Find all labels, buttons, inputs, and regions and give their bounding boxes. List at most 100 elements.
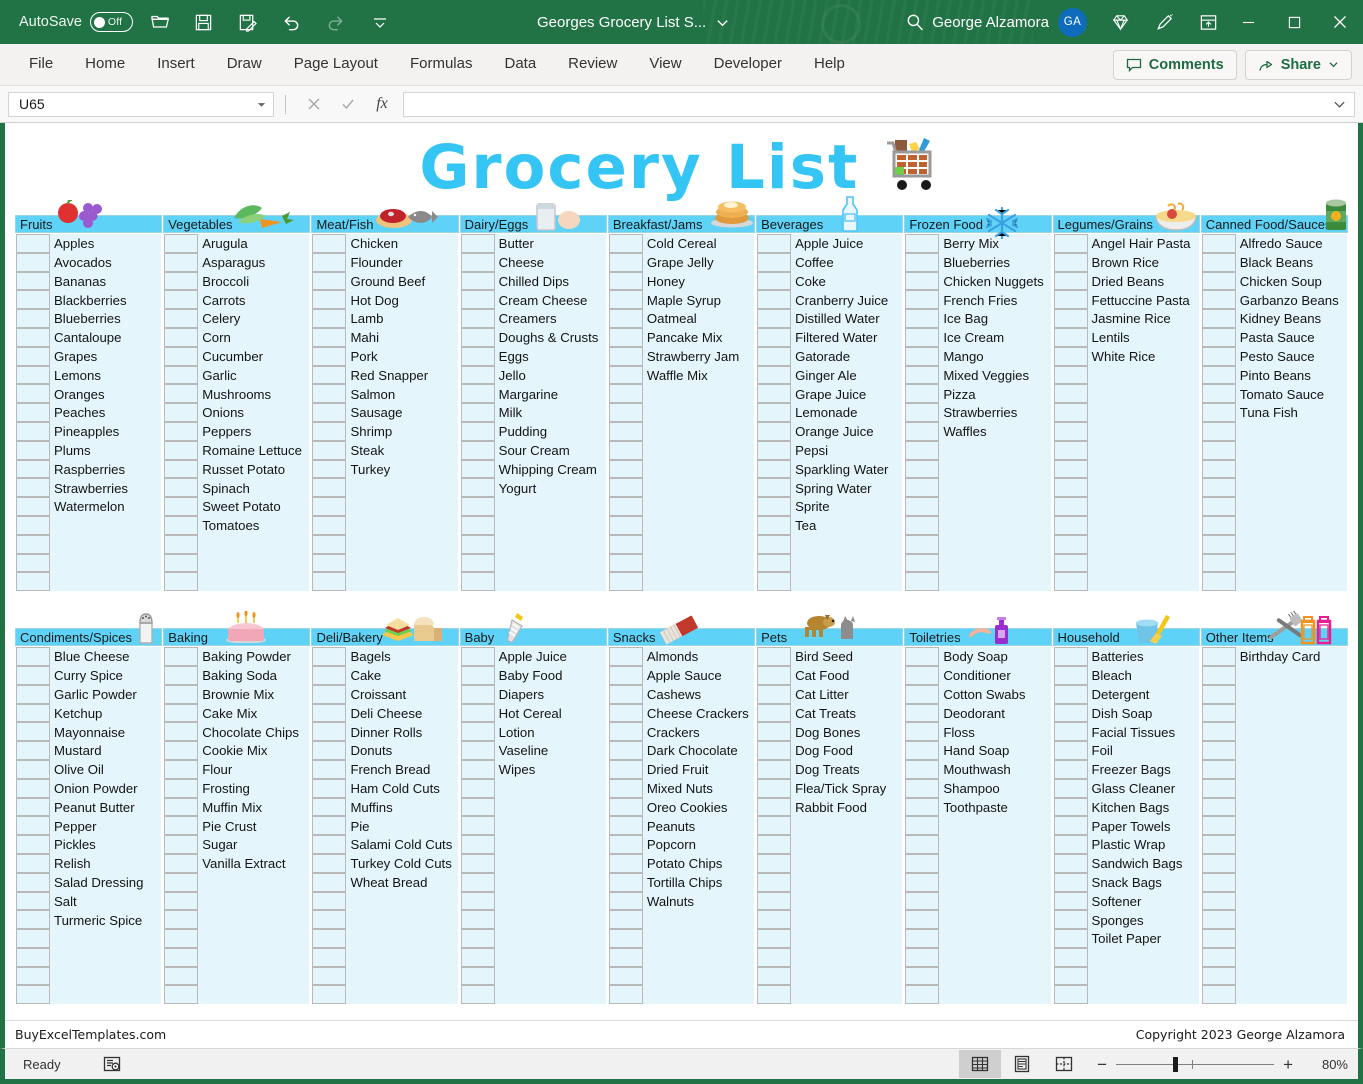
item-name-cell[interactable] (346, 516, 457, 535)
close-button[interactable] (1317, 0, 1363, 44)
checkbox-cell[interactable] (1054, 666, 1088, 685)
item-name-cell[interactable] (939, 929, 1050, 948)
checkbox-cell[interactable] (757, 798, 791, 817)
item-name-cell[interactable]: Coke (791, 272, 902, 291)
checkbox-cell[interactable] (1202, 647, 1236, 666)
item-name-cell[interactable] (643, 929, 754, 948)
checkbox-cell[interactable] (16, 497, 50, 516)
checkbox-cell[interactable] (905, 985, 939, 1004)
item-name-cell[interactable]: Foil (1088, 741, 1199, 760)
item-name-cell[interactable] (939, 910, 1050, 929)
item-name-cell[interactable]: Cucumber (198, 347, 309, 366)
checkbox-cell[interactable] (905, 366, 939, 385)
checkbox-cell[interactable] (16, 704, 50, 723)
checkbox-cell[interactable] (312, 347, 346, 366)
item-name-cell[interactable] (791, 873, 902, 892)
checkbox-cell[interactable] (757, 272, 791, 291)
item-name-cell[interactable]: French Bread (346, 760, 457, 779)
item-name-cell[interactable] (1236, 666, 1347, 685)
checkbox-cell[interactable] (1054, 985, 1088, 1004)
checkbox-cell[interactable] (1054, 422, 1088, 441)
checkbox-cell[interactable] (164, 460, 198, 479)
checkbox-cell[interactable] (1054, 478, 1088, 497)
item-name-cell[interactable]: Baby Food (495, 666, 606, 685)
checkbox-cell[interactable] (1054, 816, 1088, 835)
item-name-cell[interactable]: Mushrooms (198, 384, 309, 403)
checkbox-cell[interactable] (1202, 234, 1236, 253)
item-name-cell[interactable]: Pesto Sauce (1236, 347, 1347, 366)
item-name-cell[interactable]: Blue Cheese (50, 647, 161, 666)
checkbox-cell[interactable] (1054, 328, 1088, 347)
checkbox-cell[interactable] (1202, 309, 1236, 328)
checkbox-cell[interactable] (1054, 234, 1088, 253)
item-name-cell[interactable]: Cheese Crackers (643, 704, 754, 723)
item-name-cell[interactable]: Salt (50, 892, 161, 911)
checkbox-cell[interactable] (1054, 347, 1088, 366)
checkbox-cell[interactable] (312, 854, 346, 873)
checkbox-cell[interactable] (757, 422, 791, 441)
checkbox-cell[interactable] (16, 403, 50, 422)
checkbox-cell[interactable] (609, 910, 643, 929)
checkbox-cell[interactable] (164, 854, 198, 873)
checkbox-cell[interactable] (461, 497, 495, 516)
checkbox-cell[interactable] (461, 985, 495, 1004)
item-name-cell[interactable]: Mouthwash (939, 760, 1050, 779)
item-name-cell[interactable]: Cat Food (791, 666, 902, 685)
checkbox-cell[interactable] (16, 366, 50, 385)
item-name-cell[interactable]: Pudding (495, 422, 606, 441)
item-name-cell[interactable]: Blueberries (50, 309, 161, 328)
checkbox-cell[interactable] (905, 816, 939, 835)
item-name-cell[interactable] (495, 535, 606, 554)
checkbox-cell[interactable] (905, 309, 939, 328)
checkbox-cell[interactable] (1054, 760, 1088, 779)
item-name-cell[interactable]: Grape Juice (791, 384, 902, 403)
item-name-cell[interactable] (495, 929, 606, 948)
checkbox-cell[interactable] (312, 234, 346, 253)
checkbox-cell[interactable] (1054, 253, 1088, 272)
item-name-cell[interactable] (50, 967, 161, 986)
checkbox-cell[interactable] (609, 741, 643, 760)
item-name-cell[interactable]: Tuna Fish (1236, 403, 1347, 422)
checkbox-cell[interactable] (312, 741, 346, 760)
item-name-cell[interactable]: Steak (346, 441, 457, 460)
item-name-cell[interactable] (1236, 835, 1347, 854)
item-name-cell[interactable] (1088, 478, 1199, 497)
checkbox-cell[interactable] (1054, 516, 1088, 535)
item-name-cell[interactable]: Deli Cheese (346, 704, 457, 723)
checkbox-cell[interactable] (461, 328, 495, 347)
item-name-cell[interactable] (495, 835, 606, 854)
item-name-cell[interactable]: Corn (198, 328, 309, 347)
item-name-cell[interactable]: Muffins (346, 798, 457, 817)
item-name-cell[interactable] (1236, 741, 1347, 760)
checkbox-cell[interactable] (1054, 948, 1088, 967)
item-name-cell[interactable]: Pasta Sauce (1236, 328, 1347, 347)
zoom-track[interactable] (1116, 1064, 1274, 1065)
checkbox-cell[interactable] (609, 347, 643, 366)
item-name-cell[interactable]: Distilled Water (791, 309, 902, 328)
checkbox-cell[interactable] (757, 835, 791, 854)
item-name-cell[interactable] (346, 929, 457, 948)
checkbox-cell[interactable] (461, 384, 495, 403)
item-name-cell[interactable]: Orange Juice (791, 422, 902, 441)
item-name-cell[interactable]: Oreo Cookies (643, 798, 754, 817)
checkbox-cell[interactable] (1054, 835, 1088, 854)
checkbox-cell[interactable] (905, 422, 939, 441)
checkbox-cell[interactable] (312, 929, 346, 948)
checkbox-cell[interactable] (164, 290, 198, 309)
item-name-cell[interactable] (643, 535, 754, 554)
checkbox-cell[interactable] (16, 384, 50, 403)
checkbox-cell[interactable] (312, 967, 346, 986)
checkbox-cell[interactable] (1202, 985, 1236, 1004)
item-name-cell[interactable]: Dried Fruit (643, 760, 754, 779)
checkbox-cell[interactable] (1202, 948, 1236, 967)
category-header[interactable]: Dairy/Eggs (460, 215, 607, 233)
item-name-cell[interactable] (495, 910, 606, 929)
checkbox-cell[interactable] (1202, 929, 1236, 948)
item-name-cell[interactable]: Chicken Nuggets (939, 272, 1050, 291)
item-name-cell[interactable]: Bananas (50, 272, 161, 291)
item-name-cell[interactable] (1236, 441, 1347, 460)
item-name-cell[interactable] (1236, 798, 1347, 817)
item-name-cell[interactable] (495, 572, 606, 591)
checkbox-cell[interactable] (1202, 892, 1236, 911)
checkbox-cell[interactable] (312, 816, 346, 835)
